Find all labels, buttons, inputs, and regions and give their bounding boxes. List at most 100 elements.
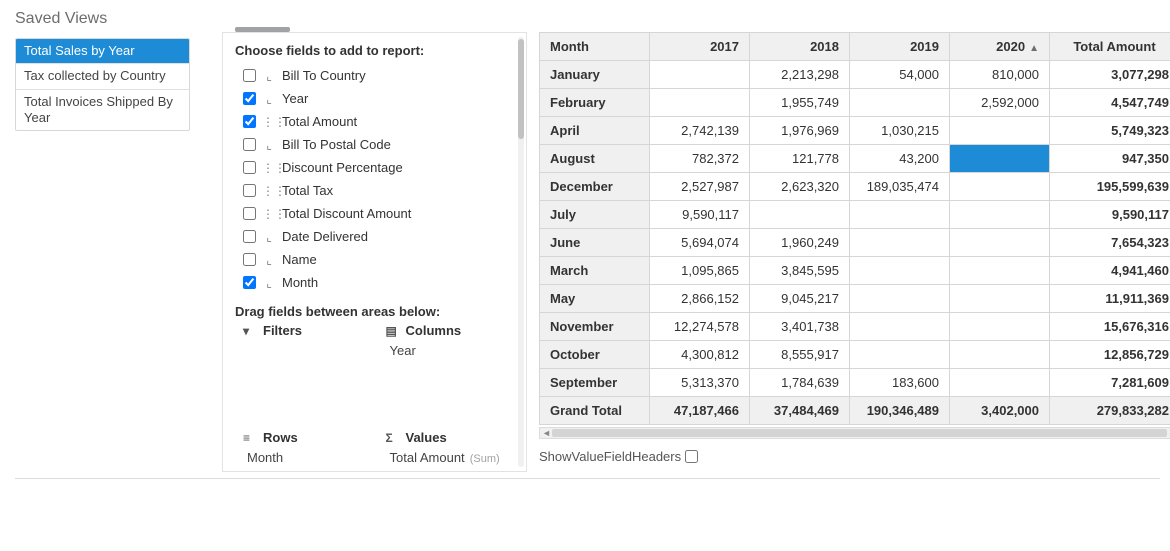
row-total-cell[interactable]: 15,676,316 <box>1050 313 1170 341</box>
row-total-cell[interactable]: 7,654,323 <box>1050 229 1170 257</box>
field-checkbox[interactable] <box>243 207 256 220</box>
data-cell[interactable] <box>950 229 1050 257</box>
row-label[interactable]: December <box>540 173 650 201</box>
saved-view-item[interactable]: Tax collected by Country <box>16 64 189 89</box>
scroll-left-icon[interactable]: ◄ <box>542 428 550 438</box>
data-cell[interactable]: 8,555,917 <box>750 341 850 369</box>
data-cell[interactable]: 3,401,738 <box>750 313 850 341</box>
area-values[interactable]: Σ Values Total Amount (Sum) <box>386 430 519 467</box>
data-cell[interactable]: 1,095,865 <box>650 257 750 285</box>
column-header-year[interactable]: 2018 <box>750 33 850 61</box>
data-cell[interactable]: 1,784,639 <box>750 369 850 397</box>
area-filters[interactable]: ▾ Filters <box>243 323 376 360</box>
grand-total-total-cell[interactable]: 279,833,282 <box>1050 397 1170 425</box>
data-cell[interactable]: 4,300,812 <box>650 341 750 369</box>
pivot-horizontal-scrollbar[interactable]: ◄ ► <box>539 427 1170 439</box>
data-cell[interactable] <box>850 89 950 117</box>
grand-total-cell[interactable]: 190,346,489 <box>850 397 950 425</box>
grand-total-cell[interactable]: 37,484,469 <box>750 397 850 425</box>
data-cell[interactable]: 9,045,217 <box>750 285 850 313</box>
data-cell[interactable]: 1,955,749 <box>750 89 850 117</box>
field-row[interactable]: ⋮⋮Discount Percentage <box>243 156 518 179</box>
field-checkbox[interactable] <box>243 276 256 289</box>
row-label[interactable]: April <box>540 117 650 145</box>
area-field[interactable]: Year <box>390 342 519 360</box>
data-cell[interactable]: 2,742,139 <box>650 117 750 145</box>
data-cell[interactable]: 2,592,000 <box>950 89 1050 117</box>
data-cell[interactable] <box>650 61 750 89</box>
data-cell[interactable]: 54,000 <box>850 61 950 89</box>
area-field[interactable]: Total Amount (Sum) <box>390 449 519 467</box>
area-columns[interactable]: ▤ Columns Year <box>386 323 519 360</box>
data-cell[interactable]: 3,845,595 <box>750 257 850 285</box>
grand-total-cell[interactable]: 3,402,000 <box>950 397 1050 425</box>
data-cell[interactable]: 189,035,474 <box>850 173 950 201</box>
data-cell[interactable] <box>950 341 1050 369</box>
config-scroll-thumb[interactable] <box>518 39 524 139</box>
data-cell[interactable] <box>850 313 950 341</box>
row-header-cell[interactable]: Month <box>540 33 650 61</box>
field-row[interactable]: ⌞Bill To Postal Code <box>243 133 518 156</box>
field-row[interactable]: ⌞Month <box>243 271 518 294</box>
data-cell[interactable] <box>950 285 1050 313</box>
row-total-cell[interactable]: 4,547,749 <box>1050 89 1170 117</box>
data-cell[interactable] <box>950 173 1050 201</box>
row-total-cell[interactable]: 11,911,369 <box>1050 285 1170 313</box>
row-label[interactable]: January <box>540 61 650 89</box>
data-cell[interactable]: 1,976,969 <box>750 117 850 145</box>
field-row[interactable]: ⋮⋮Total Tax <box>243 179 518 202</box>
show-value-headers-checkbox[interactable] <box>685 450 698 463</box>
row-label[interactable]: August <box>540 145 650 173</box>
data-cell[interactable] <box>950 145 1050 173</box>
area-field[interactable]: Month <box>247 449 376 467</box>
row-label[interactable]: October <box>540 341 650 369</box>
data-cell[interactable] <box>850 257 950 285</box>
data-cell[interactable] <box>850 285 950 313</box>
row-label[interactable]: November <box>540 313 650 341</box>
row-total-cell[interactable]: 7,281,609 <box>1050 369 1170 397</box>
row-label[interactable]: February <box>540 89 650 117</box>
row-total-cell[interactable]: 9,590,117 <box>1050 201 1170 229</box>
row-label[interactable]: July <box>540 201 650 229</box>
row-total-cell[interactable]: 5,749,323 <box>1050 117 1170 145</box>
saved-view-item[interactable]: Total Sales by Year <box>16 39 189 64</box>
row-total-cell[interactable]: 12,856,729 <box>1050 341 1170 369</box>
field-checkbox[interactable] <box>243 138 256 151</box>
grand-total-label[interactable]: Grand Total <box>540 397 650 425</box>
field-checkbox[interactable] <box>243 253 256 266</box>
data-cell[interactable]: 12,274,578 <box>650 313 750 341</box>
data-cell[interactable]: 5,694,074 <box>650 229 750 257</box>
data-cell[interactable]: 1,030,215 <box>850 117 950 145</box>
data-cell[interactable] <box>950 117 1050 145</box>
data-cell[interactable]: 9,590,117 <box>650 201 750 229</box>
data-cell[interactable]: 782,372 <box>650 145 750 173</box>
data-cell[interactable]: 5,313,370 <box>650 369 750 397</box>
data-cell[interactable]: 2,623,320 <box>750 173 850 201</box>
data-cell[interactable]: 121,778 <box>750 145 850 173</box>
data-cell[interactable]: 2,866,152 <box>650 285 750 313</box>
row-total-cell[interactable]: 947,350 <box>1050 145 1170 173</box>
row-label[interactable]: March <box>540 257 650 285</box>
row-total-cell[interactable]: 195,599,639 <box>1050 173 1170 201</box>
data-cell[interactable] <box>950 313 1050 341</box>
field-row[interactable]: ⋮⋮Total Amount <box>243 110 518 133</box>
field-row[interactable]: ⋮⋮Total Discount Amount <box>243 202 518 225</box>
data-cell[interactable]: 2,213,298 <box>750 61 850 89</box>
field-checkbox[interactable] <box>243 115 256 128</box>
field-checkbox[interactable] <box>243 69 256 82</box>
data-cell[interactable]: 1,960,249 <box>750 229 850 257</box>
data-cell[interactable] <box>950 201 1050 229</box>
data-cell[interactable] <box>850 201 950 229</box>
row-total-cell[interactable]: 3,077,298 <box>1050 61 1170 89</box>
field-checkbox[interactable] <box>243 92 256 105</box>
data-cell[interactable] <box>850 341 950 369</box>
field-row[interactable]: ⌞Year <box>243 87 518 110</box>
data-cell[interactable] <box>750 201 850 229</box>
row-total-cell[interactable]: 4,941,460 <box>1050 257 1170 285</box>
field-row[interactable]: ⌞Date Delivered <box>243 225 518 248</box>
data-cell[interactable] <box>950 369 1050 397</box>
row-label[interactable]: September <box>540 369 650 397</box>
data-cell[interactable] <box>850 229 950 257</box>
row-label[interactable]: June <box>540 229 650 257</box>
row-label[interactable]: May <box>540 285 650 313</box>
